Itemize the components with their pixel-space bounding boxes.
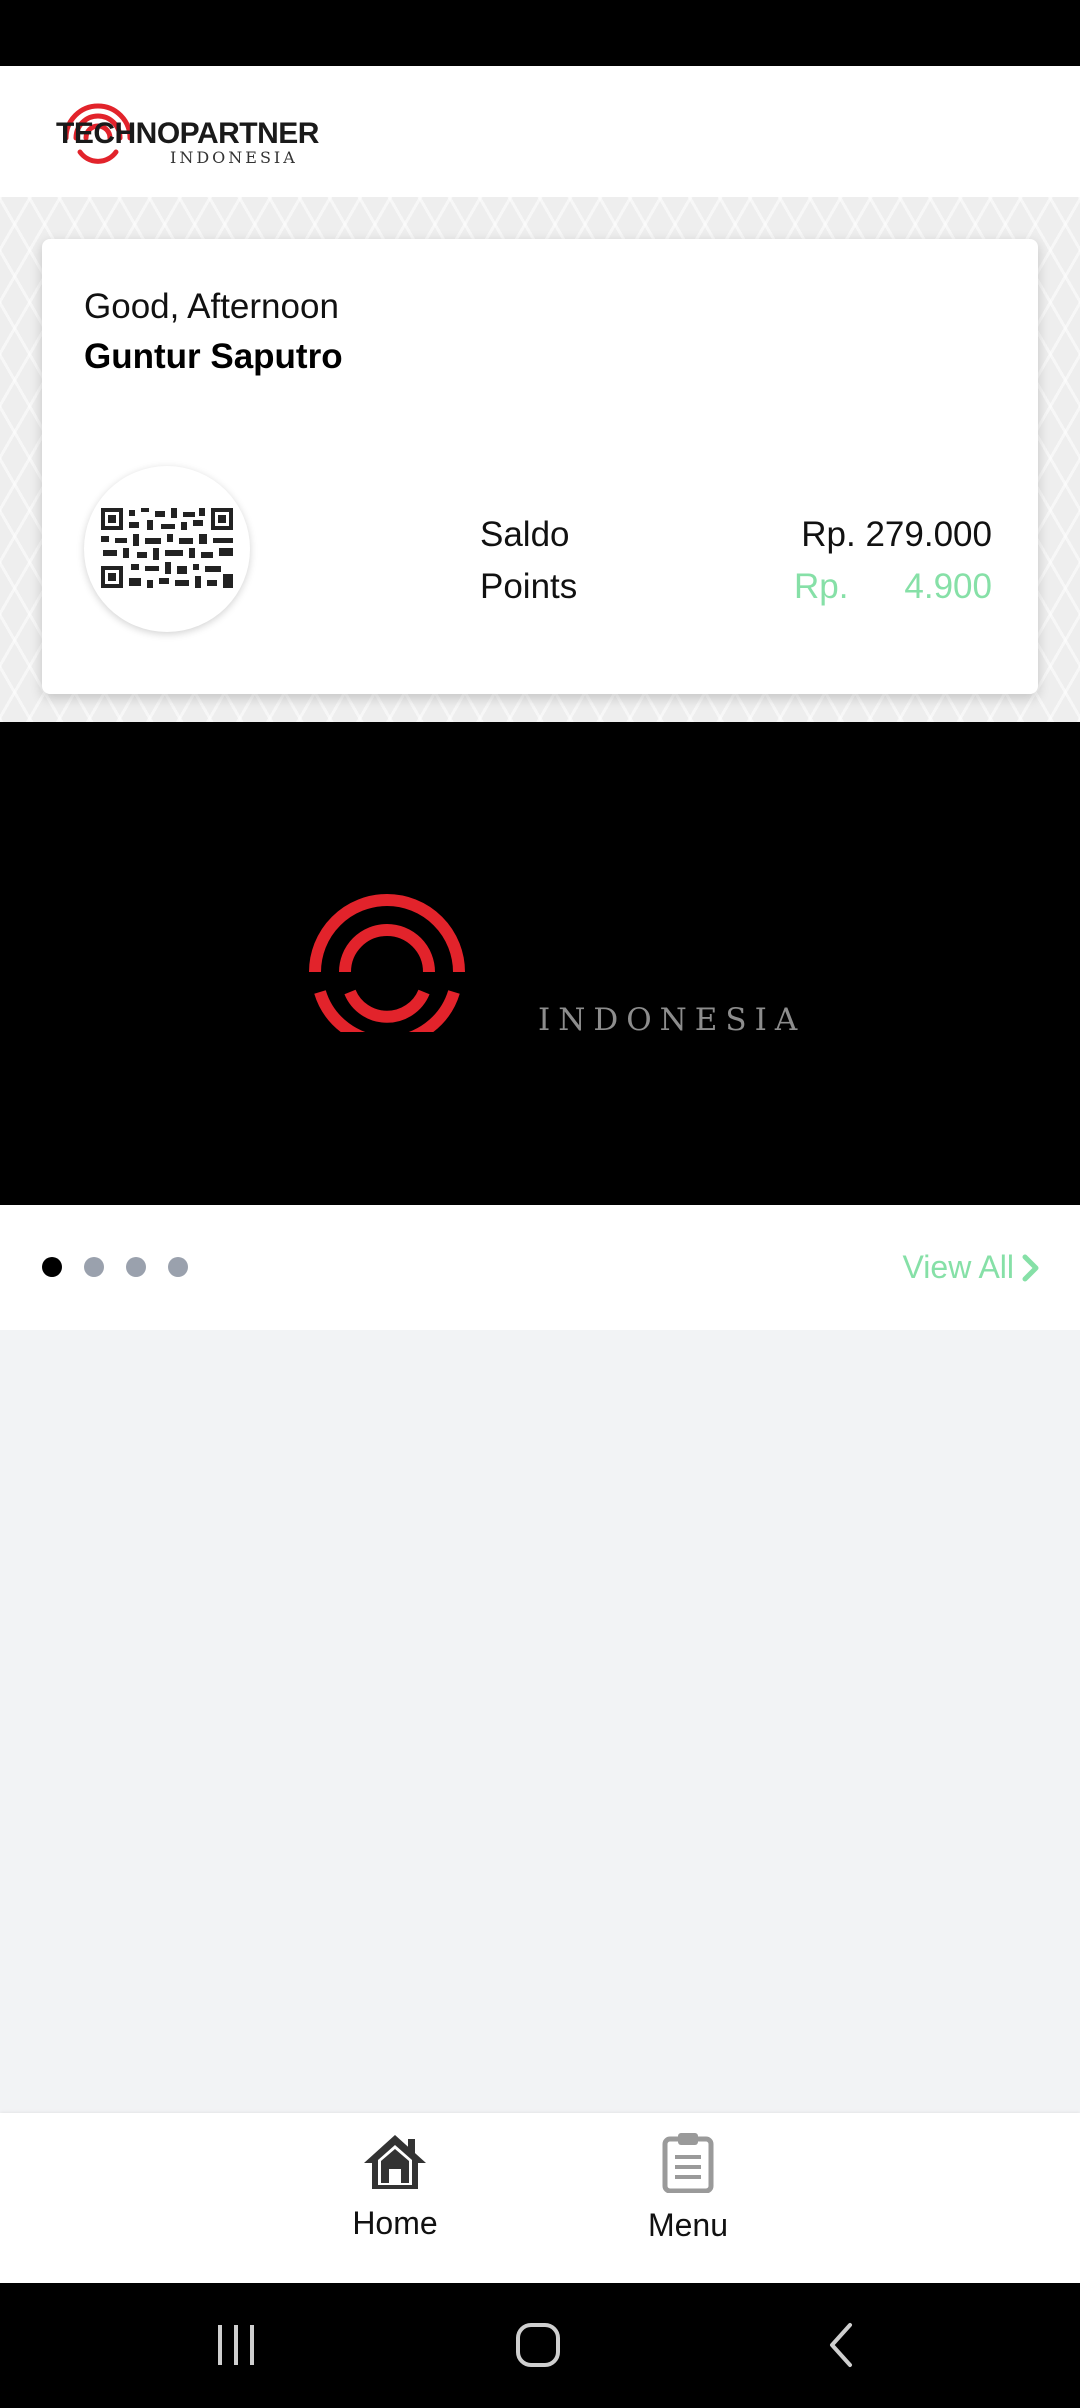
carousel-dot[interactable] <box>84 1257 104 1277</box>
carousel-dot[interactable] <box>126 1257 146 1277</box>
saldo-value: Rp. 279.000 <box>801 515 992 554</box>
nav-item-home[interactable]: Home <box>315 2131 475 2242</box>
banner-text: INDONESIA <box>538 1002 806 1038</box>
nav-label-home: Home <box>352 2205 438 2241</box>
view-all-link[interactable]: View All <box>903 1249 1040 1286</box>
logo-wordmark: TECHNOPARTNER <box>56 117 319 150</box>
brand-logo-icon <box>309 894 465 1032</box>
greeting-text: Good, Afternoon <box>84 287 339 326</box>
nav-label-menu: Menu <box>647 2207 729 2243</box>
back-icon[interactable] <box>824 2321 858 2369</box>
promo-banner[interactable]: INDONESIA <box>0 722 1080 1205</box>
account-card: Good, Afternoon Guntur Saputro Saldo Rp.… <box>42 239 1038 694</box>
view-all-label: View All <box>902 1249 1014 1285</box>
points-currency: Rp. <box>794 567 849 606</box>
home-circle-icon[interactable] <box>514 2321 562 2369</box>
nav-item-menu[interactable]: Menu <box>608 2131 768 2244</box>
saldo-label: Saldo <box>480 515 570 554</box>
qr-code-icon <box>101 508 233 588</box>
carousel-dot[interactable] <box>42 1257 62 1277</box>
logo-subtext: INDONESIA <box>170 148 298 167</box>
system-nav-bar <box>0 2283 1080 2408</box>
app-header: TECHNOPARTNER INDONESIA <box>0 66 1080 197</box>
chevron-right-icon <box>1022 1254 1039 1281</box>
carousel-controls: View All <box>0 1205 1080 1330</box>
points-value: 4.900 <box>904 567 992 606</box>
technopartner-logo: TECHNOPARTNER INDONESIA <box>54 96 319 176</box>
user-name: Guntur Saputro <box>84 337 343 376</box>
home-icon <box>364 2135 426 2189</box>
bottom-nav: Home Menu <box>0 2113 1080 2283</box>
qr-code-button[interactable] <box>84 466 250 632</box>
recent-apps-icon[interactable] <box>214 2323 258 2367</box>
status-bar <box>0 0 1080 66</box>
carousel-dot[interactable] <box>168 1257 188 1277</box>
points-label: Points <box>480 567 578 606</box>
clipboard-icon <box>662 2133 714 2193</box>
